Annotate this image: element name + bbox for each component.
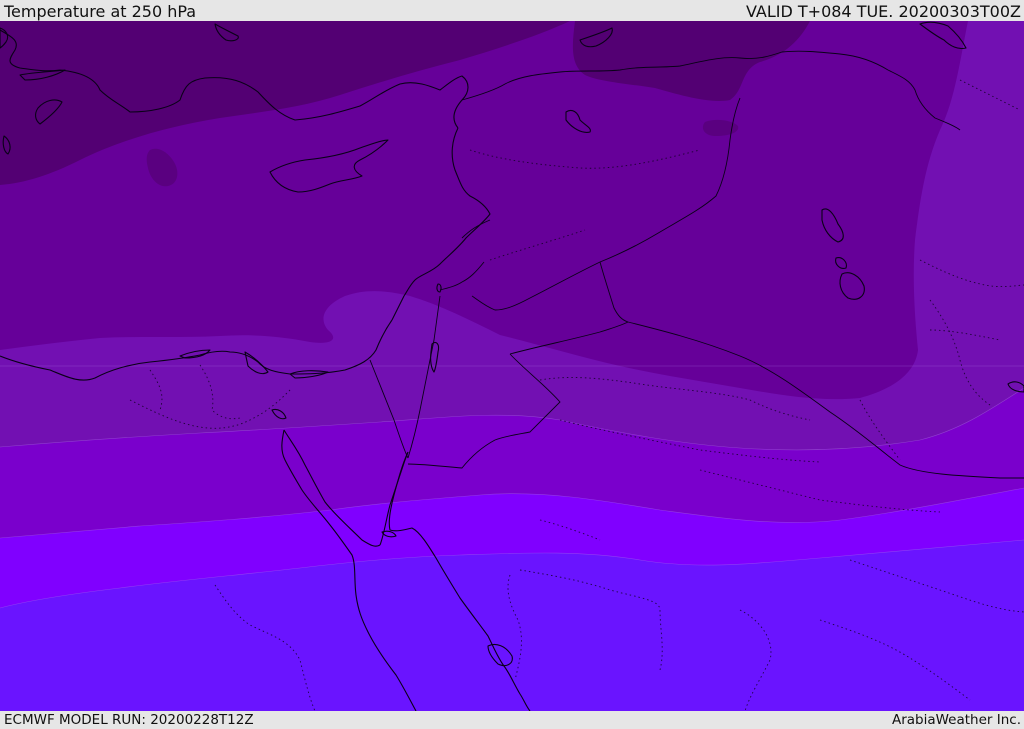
map-canvas <box>0 21 1024 711</box>
temperature-map <box>0 21 1024 711</box>
map-title: Temperature at 250 hPa <box>4 2 197 21</box>
weather-map-page: Temperature at 250 hPa VALID T+084 TUE. … <box>0 0 1024 729</box>
valid-time-label: VALID T+084 TUE. 20200303T00Z <box>745 2 1021 21</box>
header-bar: Temperature at 250 hPa VALID T+084 TUE. … <box>0 0 1024 21</box>
credit-label: ArabiaWeather Inc. <box>891 712 1021 728</box>
footer-bar: ECMWF MODEL RUN: 20200228T12Z ArabiaWeat… <box>0 711 1024 729</box>
model-run-label: ECMWF MODEL RUN: 20200228T12Z <box>4 712 254 728</box>
